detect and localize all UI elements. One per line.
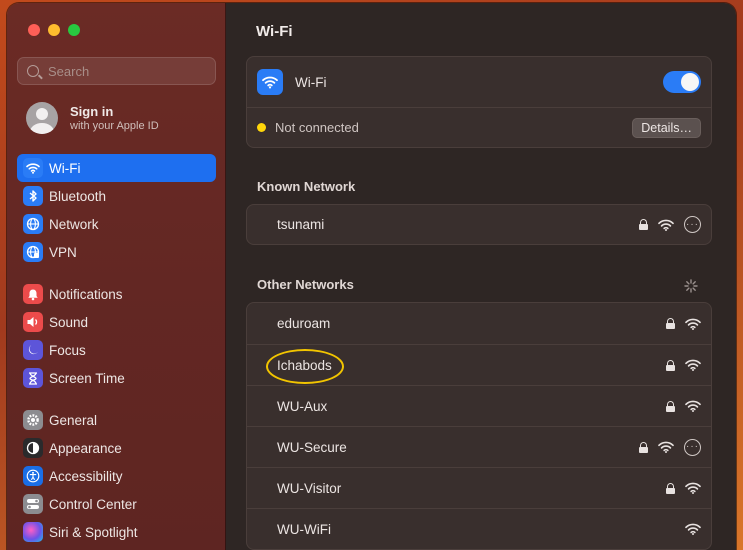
sidebar-item-notifications[interactable]: Notifications bbox=[17, 280, 216, 308]
sidebar-item-screen-time[interactable]: Screen Time bbox=[17, 364, 216, 392]
network-name: WU-Aux bbox=[277, 398, 328, 414]
sidebar-group-network: Wi-Fi Bluetooth Network VPN bbox=[17, 154, 216, 266]
lock-icon bbox=[666, 318, 675, 329]
sidebar-item-siri-spotlight[interactable]: Siri & Spotlight bbox=[17, 518, 216, 546]
apple-id-sign-in[interactable]: Sign in with your Apple ID bbox=[26, 102, 159, 134]
minimize-window-button[interactable] bbox=[48, 24, 60, 36]
speaker-icon bbox=[23, 312, 43, 332]
network-row[interactable]: WU-Aux bbox=[247, 385, 711, 426]
sidebar-group-general: General Appearance Accessibility Control… bbox=[17, 406, 216, 546]
sidebar-item-control-center[interactable]: Control Center bbox=[17, 490, 216, 518]
sidebar-item-vpn[interactable]: VPN bbox=[17, 238, 216, 266]
wifi-signal-icon bbox=[658, 219, 674, 231]
wifi-signal-icon bbox=[685, 482, 701, 494]
more-options-icon[interactable]: ··· bbox=[684, 216, 701, 233]
account-subtitle: with your Apple ID bbox=[70, 120, 159, 132]
lock-icon bbox=[666, 482, 675, 494]
network-row[interactable]: WU-Visitor bbox=[247, 467, 711, 508]
gear-icon bbox=[23, 410, 43, 430]
search-placeholder: Search bbox=[48, 63, 90, 79]
network-name: eduroam bbox=[277, 316, 331, 331]
loading-spinner-icon bbox=[684, 279, 698, 293]
sidebar-group-notifications: Notifications Sound Focus Screen Time bbox=[17, 280, 216, 392]
lock-icon bbox=[666, 400, 675, 412]
sidebar-item-sound[interactable]: Sound bbox=[17, 308, 216, 336]
wifi-signal-icon bbox=[685, 400, 701, 412]
sidebar-item-wifi[interactable]: Wi-Fi bbox=[17, 154, 216, 182]
sidebar-item-label: Screen Time bbox=[49, 370, 125, 386]
network-row-tsunami[interactable]: tsunami ··· bbox=[247, 205, 711, 244]
bluetooth-icon bbox=[23, 186, 43, 206]
sidebar-item-focus[interactable]: Focus bbox=[17, 336, 216, 364]
sidebar-item-label: Notifications bbox=[49, 286, 123, 302]
hourglass-icon bbox=[23, 368, 43, 388]
appearance-icon bbox=[23, 438, 43, 458]
wifi-status: Not connected bbox=[275, 120, 359, 135]
sidebar-item-general[interactable]: General bbox=[17, 406, 216, 434]
lock-icon bbox=[639, 441, 648, 453]
sidebar-item-label: Accessibility bbox=[49, 468, 123, 484]
known-network-card: tsunami ··· bbox=[246, 204, 712, 245]
zoom-window-button[interactable] bbox=[68, 24, 80, 36]
sidebar-item-label: Wi-Fi bbox=[49, 160, 81, 176]
known-network-heading: Known Network bbox=[257, 179, 356, 194]
search-icon bbox=[27, 65, 39, 77]
other-networks-heading: Other Networks bbox=[257, 277, 354, 292]
wifi-signal-icon bbox=[685, 523, 701, 535]
sidebar-item-label: Bluetooth bbox=[49, 188, 107, 204]
sidebar-item-label: Control Center bbox=[49, 496, 137, 512]
network-name: WU-WiFi bbox=[277, 521, 331, 537]
wifi-signal-icon bbox=[685, 359, 701, 371]
siri-icon bbox=[23, 522, 43, 542]
close-window-button[interactable] bbox=[28, 24, 40, 36]
wifi-toggle[interactable] bbox=[663, 71, 701, 93]
moon-icon bbox=[23, 340, 43, 360]
network-row[interactable]: eduroam bbox=[247, 303, 711, 344]
sidebar-item-label: Appearance bbox=[49, 440, 122, 456]
vpn-icon bbox=[23, 242, 43, 262]
wifi-icon bbox=[23, 158, 43, 178]
system-settings-window: Search Sign in with your Apple ID Wi-Fi … bbox=[7, 3, 736, 550]
network-row[interactable]: WU-WiFi bbox=[247, 508, 711, 549]
sidebar: Search Sign in with your Apple ID Wi-Fi … bbox=[7, 3, 226, 550]
wifi-signal-icon bbox=[658, 441, 674, 453]
wifi-icon bbox=[257, 69, 283, 95]
sidebar-item-label: Focus bbox=[49, 342, 86, 358]
sidebar-item-label: Siri & Spotlight bbox=[49, 524, 138, 540]
sidebar-item-appearance[interactable]: Appearance bbox=[17, 434, 216, 462]
lock-icon bbox=[639, 219, 648, 230]
status-dot-icon bbox=[257, 123, 266, 132]
wifi-status-row: Not connected Details… bbox=[247, 107, 711, 147]
network-row[interactable]: WU-Secure ··· bbox=[247, 426, 711, 467]
search-input[interactable]: Search bbox=[17, 57, 216, 85]
sidebar-item-label: General bbox=[49, 412, 98, 428]
wifi-card: Wi-Fi Not connected Details… bbox=[246, 56, 712, 148]
globe-icon bbox=[23, 214, 43, 234]
account-name: Sign in bbox=[70, 104, 114, 119]
details-button[interactable]: Details… bbox=[632, 117, 701, 138]
page-title: Wi-Fi bbox=[256, 23, 293, 40]
wifi-signal-icon bbox=[685, 318, 701, 330]
bell-icon bbox=[23, 284, 43, 304]
sidebar-item-label: VPN bbox=[49, 244, 77, 260]
avatar bbox=[26, 102, 58, 134]
highlight-circle bbox=[266, 349, 344, 384]
network-name: WU-Visitor bbox=[277, 480, 342, 496]
sidebar-item-network[interactable]: Network bbox=[17, 210, 216, 238]
more-options-icon[interactable]: ··· bbox=[684, 438, 701, 456]
wifi-label: Wi-Fi bbox=[295, 74, 327, 90]
network-name: tsunami bbox=[277, 217, 325, 232]
wifi-toggle-row: Wi-Fi bbox=[247, 57, 711, 107]
sidebar-item-bluetooth[interactable]: Bluetooth bbox=[17, 182, 216, 210]
network-name: WU-Secure bbox=[277, 439, 347, 455]
control-center-icon bbox=[23, 494, 43, 514]
sidebar-item-label: Network bbox=[49, 216, 99, 232]
other-networks-card: eduroam Ichabods WU-Aux WU-Secure ··· WU-Visi… bbox=[246, 302, 712, 550]
window-controls bbox=[28, 24, 80, 36]
lock-icon bbox=[666, 359, 675, 371]
main-pane: Wi-Fi Wi-Fi Not connected Details… Known… bbox=[226, 3, 736, 550]
sidebar-item-label: Sound bbox=[49, 314, 89, 330]
sidebar-item-accessibility[interactable]: Accessibility bbox=[17, 462, 216, 490]
accessibility-icon bbox=[23, 466, 43, 486]
